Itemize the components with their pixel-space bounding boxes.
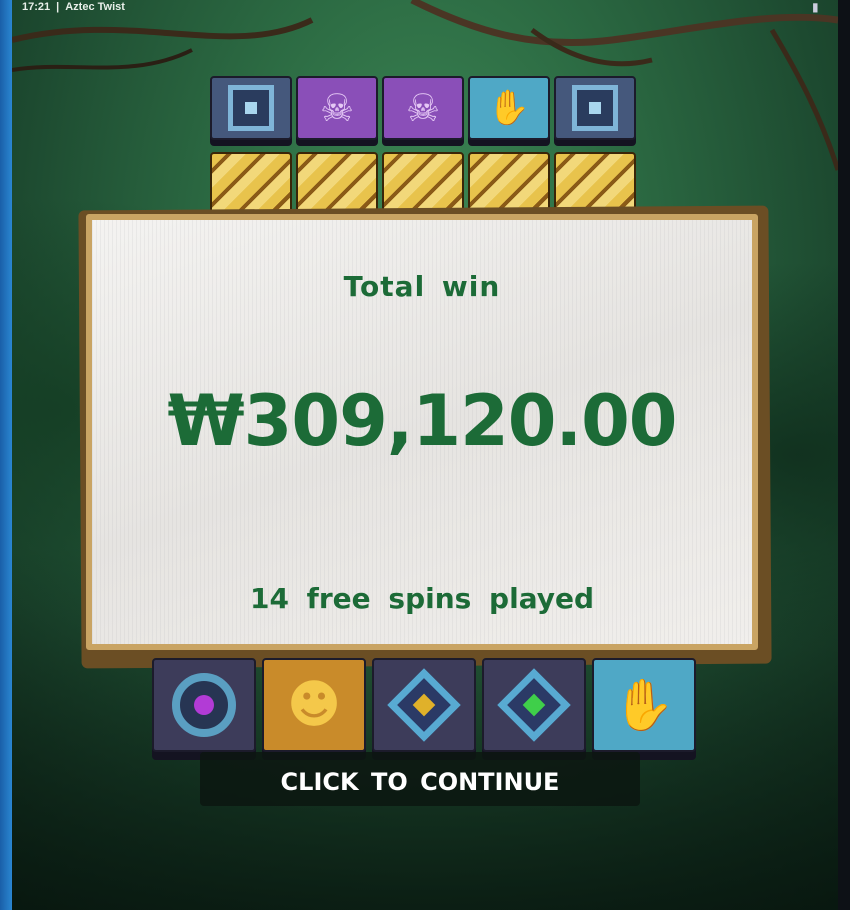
golden-totem-icon	[554, 152, 636, 214]
total-win-popup[interactable]: Total win ₩309,120.00 14 free spins play…	[86, 214, 758, 650]
battery-icon: ▮	[812, 0, 819, 14]
skull-mask-icon: ☠	[382, 76, 464, 140]
reel-row-bottom: ☻ ✋	[152, 658, 696, 752]
status-separator: |	[56, 1, 60, 13]
spiral-hand-icon: ✋	[592, 658, 696, 752]
reel-row-top: ☠ ☠ ✋	[210, 76, 636, 140]
skull-mask-icon: ☠	[296, 76, 378, 140]
golden-totem-icon	[210, 152, 292, 214]
green-diamond-icon	[482, 658, 586, 752]
status-time: 17:21	[22, 1, 51, 13]
golden-totem-icon	[296, 152, 378, 214]
click-to-continue-button[interactable]: CLICK TO CONTINUE	[200, 768, 640, 796]
square-glyph-icon	[210, 76, 292, 140]
purple-orb-icon	[152, 658, 256, 752]
win-amount: ₩309,120.00	[167, 380, 677, 462]
status-bar: 17:21 | Aztec Twist	[22, 0, 125, 14]
yellow-diamond-icon	[372, 658, 476, 752]
free-spins-summary: 14 free spins played	[249, 582, 595, 615]
spiral-hand-icon: ✋	[468, 76, 550, 140]
square-glyph-icon	[554, 76, 636, 140]
device-bezel-right	[838, 0, 850, 910]
status-app-title: Aztec Twist	[65, 1, 125, 13]
reel-row-middle	[210, 152, 636, 214]
device-bezel-left	[0, 0, 12, 910]
popup-title: Total win	[343, 270, 501, 303]
golden-totem-icon	[382, 152, 464, 214]
golden-mask-icon: ☻	[262, 658, 366, 752]
golden-totem-icon	[468, 152, 550, 214]
